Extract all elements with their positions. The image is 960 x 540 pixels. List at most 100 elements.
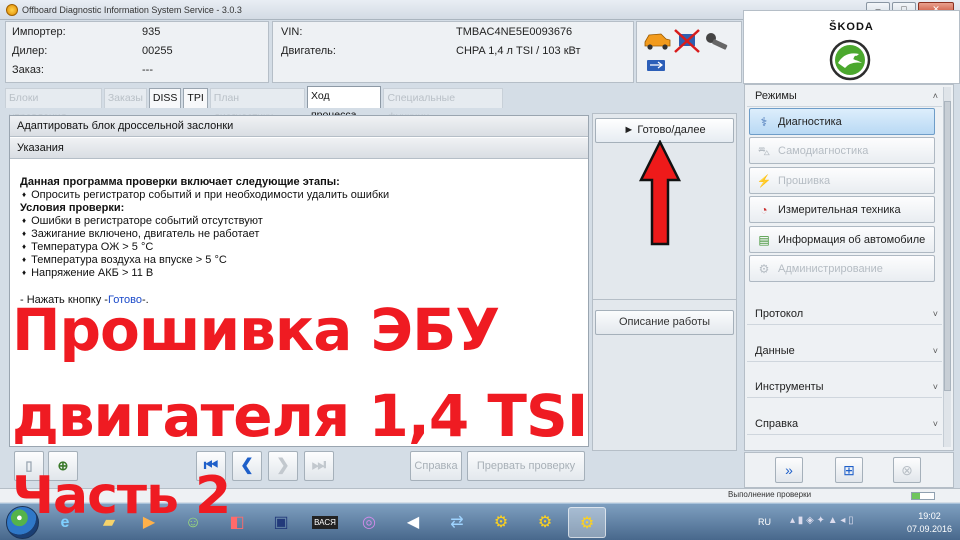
overlay-title-line-2: двигателя 1,4 TSI (12, 382, 588, 450)
flash-icon: ⚡ (756, 173, 772, 188)
gear-icon: ⚙ (758, 261, 770, 276)
mode-label: Самодиагностика (778, 144, 869, 157)
progress-bar (911, 492, 935, 500)
mode-diagnostics[interactable]: ⚕ Диагностика (749, 108, 935, 135)
odis-app-icon (6, 3, 18, 16)
section-tools[interactable]: Инструменты ˅ (747, 376, 942, 398)
tab-orders[interactable]: Заказы (103, 88, 147, 108)
car-icon: ⛍ (757, 143, 771, 158)
section-data[interactable]: Данные ˅ (747, 340, 942, 362)
order-value: --- (142, 64, 153, 76)
ring-icon: ◎ (362, 514, 376, 531)
last-step-button[interactable]: ⏭ (304, 451, 334, 481)
dealer-label: Дилер: (12, 45, 48, 57)
app-icon: ◧ (229, 514, 245, 531)
system-tray: RU ▴ ▮ ◈ ✦ ▲ ◂ ▯ 19:02 07.09.2016 (750, 504, 960, 540)
tab-process-flow[interactable]: Ход процесса (307, 86, 382, 121)
engine-icon: ⚙ (579, 515, 595, 532)
mode-label: Диагностика (778, 115, 842, 128)
importer-value: 935 (142, 26, 161, 38)
status-icons (644, 29, 728, 71)
modes-panel: Режимы ˄ ⚕ Диагностика ⛍ Самодиагностика ⚡ П… (744, 84, 954, 451)
engine-icon: ⚙ (493, 514, 509, 531)
mode-label: Администрирование (778, 262, 883, 275)
window-title: Offboard Diagnostic Information System S… (22, 4, 242, 15)
divider (593, 299, 736, 300)
speaker-icon: ◀ (406, 514, 420, 531)
section-label: Справка (755, 418, 799, 430)
instruction-item: Опросить регистратор событий и при необх… (20, 189, 389, 202)
chevron-down-icon: ˅ (932, 419, 938, 429)
mode-measuring[interactable]: ◔ Измерительная техника (749, 196, 935, 223)
tab-diss[interactable]: DISS (148, 88, 182, 108)
modes-header[interactable]: Режимы ˄ (747, 85, 942, 107)
help-button[interactable]: Справка (410, 451, 462, 481)
next-step-button[interactable]: ❯ (268, 451, 298, 481)
gauge-icon: ◔ (760, 202, 768, 217)
brand-name: ŠKODA (829, 21, 874, 33)
clock[interactable]: 19:02 07.09.2016 (907, 510, 952, 536)
interface-disconnected-icon (674, 29, 700, 53)
section-help[interactable]: Справка ˅ (747, 413, 942, 435)
global-actions-panel: » ⊞ ⊗ (744, 452, 954, 488)
car-icon (644, 33, 671, 50)
instruction-heading-1: Данная программа проверки включает следу… (20, 176, 340, 188)
tray-icons: ▴ ▮ ◈ ✦ ▲ ◂ ▯ (790, 515, 854, 526)
language-indicator[interactable]: RU (758, 517, 771, 527)
modes-header-label: Режимы (755, 90, 797, 102)
tab-tpi[interactable]: TPI (183, 88, 208, 108)
double-chevron-right-icon: » (785, 462, 793, 478)
exit-button[interactable]: ⊗ (893, 457, 921, 483)
chevron-up-icon: ˄ (932, 91, 938, 101)
usb-icon (647, 60, 665, 71)
main-tabbar: Блоки управления Заказы DISS TPI План ди… (5, 86, 505, 123)
modes-scrollbar[interactable] (943, 87, 951, 447)
order-label: Заказ: (12, 64, 44, 76)
section-protocol[interactable]: Протокол ˅ (747, 303, 942, 325)
work-description-button[interactable]: Описание работы (595, 310, 734, 335)
tab-diagnostic-plan[interactable]: План диагностики (209, 88, 305, 123)
taskbar-odis-1[interactable]: ⚙ (482, 507, 520, 538)
red-arrow-up-icon (638, 140, 682, 246)
taskbar-save[interactable]: ▣ (262, 507, 300, 538)
previous-step-button[interactable]: ❮ (232, 451, 262, 481)
vehicle-info-panel: VIN: TMBAC4NE5E0093676 Двигатель: CHPA 1… (272, 21, 634, 83)
taskbar-circle-app[interactable]: ◎ (350, 507, 388, 538)
chevron-right-icon: ❯ (276, 457, 290, 474)
condition-item: Ошибки в регистраторе событий отсутствую… (20, 215, 389, 228)
taskbar-odis-2[interactable]: ⚙ (526, 507, 564, 538)
tab-control-units[interactable]: Блоки управления (5, 88, 102, 123)
condition-item: Температура ОЖ > 5 °C (20, 241, 389, 254)
chevron-down-icon: ˅ (932, 382, 938, 392)
taskbar-vasya[interactable]: ВАСЯ (306, 507, 344, 538)
key-icon (706, 33, 728, 50)
expand-icon: ⊞ (843, 462, 855, 478)
taskbar-odis-3[interactable]: ⚙ (568, 507, 606, 538)
taskbar-teamviewer[interactable]: ⇄ (438, 507, 476, 538)
connection-status-panel (636, 21, 742, 83)
chevron-down-icon: ˅ (932, 346, 938, 356)
abort-test-button[interactable]: Прервать проверку (467, 451, 585, 481)
instruction-text: Данная программа проверки включает следу… (20, 176, 389, 307)
skip-forward-icon: ⏭ (311, 457, 327, 474)
engine-value: CHPA 1,4 л TSI / 103 кВт (456, 45, 581, 57)
condition-item: Зажигание включено, двигатель не работае… (20, 228, 389, 241)
section-label: Инструменты (755, 381, 824, 393)
mode-flashing[interactable]: ⚡ Прошивка (749, 167, 935, 194)
fast-forward-button[interactable]: » (775, 457, 803, 483)
close-circle-icon: ⊗ (901, 462, 913, 478)
vin-label: VIN: (281, 26, 303, 38)
mode-administration[interactable]: ⚙ Администрирование (749, 255, 935, 282)
mode-vehicle-info[interactable]: ▤ Информация об автомобиле (749, 226, 935, 253)
chevron-left-icon: ❮ (240, 457, 254, 474)
progress-fill (912, 493, 920, 499)
mode-self-diagnostics[interactable]: ⛍ Самодиагностика (749, 137, 935, 164)
scrollbar-thumb[interactable] (944, 101, 951, 391)
brand-panel: ŠKODA (743, 10, 960, 84)
tab-special-functions[interactable]: Специальные функции (383, 88, 503, 123)
dealer-value: 00255 (142, 45, 173, 57)
section-title: Указания (10, 138, 588, 159)
step-title: Адаптировать блок дроссельной заслонки (10, 116, 588, 137)
taskbar-audio[interactable]: ◀ (394, 507, 432, 538)
fullscreen-button[interactable]: ⊞ (835, 457, 863, 483)
